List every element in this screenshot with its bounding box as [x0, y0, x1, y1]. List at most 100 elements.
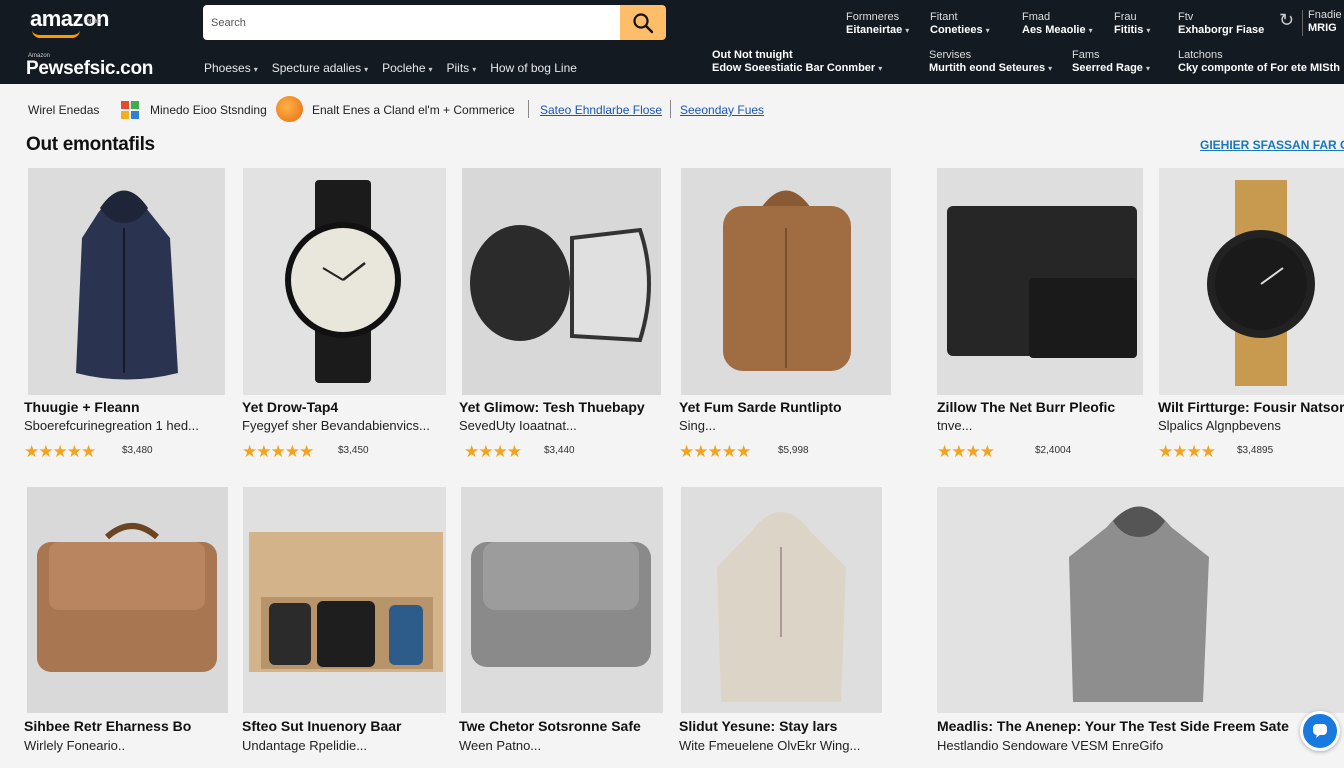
pouch-icon	[947, 206, 1137, 358]
product-title[interactable]: Twe Chetor Sotsronne Safe	[459, 718, 641, 734]
header-deals-block[interactable]: Out Not tnuight Edow Soeestiatic Bar Con…	[712, 49, 882, 75]
product-title[interactable]: Zillow The Net Burr Pleofic	[937, 399, 1115, 415]
product-image[interactable]	[243, 168, 446, 395]
header-menu-4[interactable]: Frau Fititis ▾	[1114, 11, 1150, 37]
header-locations-block[interactable]: Latchons Cky componte of For ete MISth	[1178, 49, 1340, 75]
product-desc: Ween Patno...	[459, 738, 542, 753]
header-menu-6-label: MRIG	[1308, 22, 1337, 34]
product-price: $3,440	[544, 445, 575, 456]
chevron-down-icon: ▾	[428, 65, 433, 74]
header-locations-label: Cky componte of For ete MISth	[1178, 62, 1340, 74]
search-input[interactable]	[203, 5, 620, 40]
header-divider	[1302, 10, 1303, 36]
product-title[interactable]: Meadlis: The Anenep: Your The Test Side …	[937, 718, 1289, 734]
vest-icon	[76, 190, 178, 380]
watch-tan-icon	[1207, 180, 1315, 386]
product-desc: Hestlandio Sendoware VESM EnreGifo	[937, 738, 1164, 753]
header-fams-top: Fams	[1072, 49, 1100, 61]
product-price: $5,998	[778, 445, 809, 456]
product-title[interactable]: Yet Glimow: Tesh Thuebapy	[459, 399, 645, 415]
product-price: $3,450	[338, 445, 369, 456]
header-menu-6-top: Fnadie	[1308, 9, 1342, 21]
subbar-divider	[670, 100, 671, 118]
product-image[interactable]	[28, 168, 225, 395]
bag-icon	[37, 523, 217, 672]
header-menu-4-label: Fititis	[1114, 24, 1144, 36]
logo-sub: mitoo	[84, 18, 102, 25]
product-image[interactable]	[461, 487, 663, 713]
product-image[interactable]	[937, 168, 1143, 395]
chevron-down-icon: ▾	[253, 65, 258, 74]
nav-item-phoeses[interactable]: Phoeses ▾	[204, 61, 258, 75]
nav-item-label: Piits	[446, 61, 470, 75]
subbar-item-3[interactable]: Enalt Enes a Cland el'm + Commerice	[312, 103, 515, 117]
top-header: amazon mitoo Amazon Pewsefsic.con Formne…	[0, 0, 1344, 84]
product-title[interactable]: Sihbee Retr Eharness Bo	[24, 718, 191, 734]
header-menu-5-label: Exhaborgr Fiase	[1178, 24, 1265, 36]
product-title[interactable]: Wilt Firtturge: Fousir Natsor	[1158, 399, 1344, 415]
product-desc: SevedUty Ioaatnat...	[459, 418, 577, 433]
nav-item-how-of-bog[interactable]: How of bog Line	[490, 61, 577, 75]
product-price: $3,480	[122, 445, 153, 456]
search-bar	[203, 5, 666, 40]
nav-item-label: How of bog Line	[490, 61, 577, 75]
refresh-icon[interactable]: ↻	[1279, 10, 1294, 31]
chevron-down-icon: ▾	[1088, 26, 1093, 35]
rating-stars: ★★★★★	[679, 442, 751, 461]
product-title[interactable]: Thuugie + Fleann	[24, 399, 140, 415]
search-icon	[633, 12, 654, 33]
subbar-item-1[interactable]: Wirel Enedas	[28, 103, 99, 117]
pumpkin-icon	[276, 96, 303, 122]
product-image[interactable]	[462, 168, 661, 395]
nav-item-poclehe[interactable]: Poclehe ▾	[382, 61, 432, 75]
chevron-down-icon: ▾	[364, 65, 369, 74]
nav-item-label: Specture adalies	[271, 61, 362, 75]
product-title[interactable]: Yet Fum Sarde Runtlipto	[679, 399, 842, 415]
chevron-down-icon: ▾	[985, 26, 990, 35]
product-title[interactable]: Slidut Yesune: Stay lars	[679, 718, 837, 734]
header-fams-block[interactable]: Fams Seerred Rage ▾	[1072, 49, 1150, 75]
header-menu-5-top: Ftv	[1178, 11, 1194, 23]
product-image[interactable]	[681, 168, 891, 395]
header-menu-5[interactable]: Ftv Exhaborgr Fiase	[1178, 11, 1264, 37]
header-services-block[interactable]: Servises Murtith eond Seteures ▾	[929, 49, 1052, 75]
chevron-down-icon: ▾	[905, 26, 910, 35]
logo-smile-icon	[32, 30, 80, 38]
nav-item-piits[interactable]: Piits ▾	[447, 61, 477, 75]
header-menu-1[interactable]: Formneres Eitaneirtae ▾	[846, 11, 909, 37]
product-title[interactable]: Yet Drow-Tap4	[242, 399, 338, 415]
rating-stars: ★★★★	[464, 442, 522, 461]
header-deals-top: Out Not tnuight	[712, 49, 793, 61]
product-desc: Slpalics Algnpbevens	[1158, 418, 1281, 433]
rating-stars: ★★★★	[1158, 442, 1216, 461]
subbar-link-1[interactable]: Sateo Ehndlarbe Flose	[540, 103, 662, 117]
nav-item-specture[interactable]: Specture adalies ▾	[272, 61, 368, 75]
product-price: $3,4895	[1237, 445, 1274, 456]
see-more-link[interactable]: GIEHIER SFASSAN FAR C	[1200, 138, 1344, 152]
chevron-down-icon: ▾	[1146, 26, 1151, 35]
site-name[interactable]: Pewsefsic.con	[26, 58, 153, 80]
header-menu-3[interactable]: Fmad Aes Meaolie ▾	[1022, 11, 1093, 37]
search-button[interactable]	[620, 5, 666, 40]
sleeve-icon	[471, 542, 651, 667]
header-menu-4-top: Frau	[1114, 11, 1137, 23]
subbar-link-2[interactable]: Seeonday Fues	[680, 103, 764, 117]
chat-button[interactable]	[1300, 711, 1340, 751]
rating-stars: ★★★★★	[24, 442, 96, 461]
header-menu-6[interactable]: Fnadie MRIG	[1308, 9, 1342, 35]
backpack-icon	[723, 190, 851, 371]
product-image[interactable]	[681, 487, 882, 713]
case-icon	[470, 225, 651, 343]
rating-stars: ★★★★	[937, 442, 995, 461]
product-image[interactable]	[243, 487, 446, 713]
product-image[interactable]	[1159, 168, 1344, 395]
header-menu-2-top: Fitant	[930, 11, 958, 23]
hoodie-icon	[717, 512, 846, 702]
chevron-down-icon: ▾	[1145, 64, 1150, 73]
product-image[interactable]	[27, 487, 228, 713]
product-desc: Wirlely Foneario..	[24, 738, 126, 753]
product-title[interactable]: Sfteo Sut Inuenory Baar	[242, 718, 401, 734]
header-menu-2[interactable]: Fitant Conetiees ▾	[930, 11, 990, 37]
product-image[interactable]	[937, 487, 1344, 713]
subbar-item-2[interactable]: Minedo Eioo Stsnding	[150, 103, 267, 117]
